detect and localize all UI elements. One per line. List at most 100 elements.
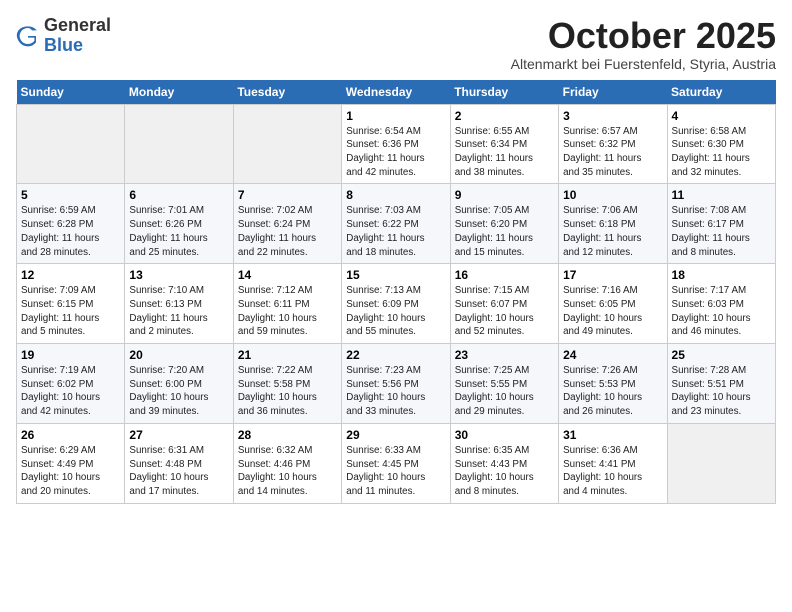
day-number: 2 xyxy=(455,109,554,123)
day-info: Sunrise: 6:57 AM Sunset: 6:32 PM Dayligh… xyxy=(563,125,662,180)
day-number: 16 xyxy=(455,268,554,282)
calendar-cell: 13Sunrise: 7:10 AM Sunset: 6:13 PM Dayli… xyxy=(125,264,233,344)
calendar-cell: 16Sunrise: 7:15 AM Sunset: 6:07 PM Dayli… xyxy=(450,264,558,344)
calendar-cell: 17 Sunrise: 7:16 AM Sunset: 6:05 PM Dayli… xyxy=(559,264,667,344)
day-info: Sunrise: 7:09 AM Sunset: 6:15 PM Dayligh… xyxy=(21,284,120,339)
day-number: 29 xyxy=(346,428,445,442)
calendar-cell: 26 Sunrise: 6:29 AM Sunset: 4:49 PM Dayli… xyxy=(17,423,125,503)
day-info: Sunrise: 7:05 AM Sunset: 6:20 PM Dayligh… xyxy=(455,204,554,259)
day-number: 12 xyxy=(21,268,120,282)
calendar-cell: 2 Sunrise: 6:55 AM Sunset: 6:34 PM Daylig… xyxy=(450,104,558,184)
day-number: 8 xyxy=(346,188,445,202)
day-number: 11 xyxy=(672,188,771,202)
day-info: Sunrise: 7:10 AM Sunset: 6:13 PM Dayligh… xyxy=(129,284,228,339)
calendar-cell: 22 Sunrise: 7:23 AM Sunset: 5:56 PM Dayli… xyxy=(342,344,450,424)
day-number: 6 xyxy=(129,188,228,202)
day-info: Sunrise: 7:13 AM Sunset: 6:09 PM Dayligh… xyxy=(346,284,445,339)
day-info: Sunrise: 7:19 AM Sunset: 6:02 PM Dayligh… xyxy=(21,364,120,419)
calendar-cell: 12 Sunrise: 7:09 AM Sunset: 6:15 PM Dayli… xyxy=(17,264,125,344)
day-number: 3 xyxy=(563,109,662,123)
calendar-cell: 25Sunrise: 7:28 AM Sunset: 5:51 PM Dayli… xyxy=(667,344,775,424)
calendar-cell xyxy=(125,104,233,184)
day-info: Sunrise: 6:54 AM Sunset: 6:36 PM Dayligh… xyxy=(346,125,445,180)
calendar-cell: 20 Sunrise: 7:20 AM Sunset: 6:00 PM Dayli… xyxy=(125,344,233,424)
calendar-cell: 24 Sunrise: 7:26 AM Sunset: 5:53 PM Dayli… xyxy=(559,344,667,424)
day-number: 21 xyxy=(238,348,337,362)
day-info: Sunrise: 7:12 AM Sunset: 6:11 PM Dayligh… xyxy=(238,284,337,339)
calendar-cell: 28 Sunrise: 6:32 AM Sunset: 4:46 PM Dayli… xyxy=(233,423,341,503)
day-info: Sunrise: 7:26 AM Sunset: 5:53 PM Dayligh… xyxy=(563,364,662,419)
calendar-cell: 27 Sunrise: 6:31 AM Sunset: 4:48 PM Dayli… xyxy=(125,423,233,503)
day-info: Sunrise: 7:08 AM Sunset: 6:17 PM Dayligh… xyxy=(672,204,771,259)
day-number: 22 xyxy=(346,348,445,362)
day-info: Sunrise: 6:32 AM Sunset: 4:46 PM Dayligh… xyxy=(238,444,337,499)
calendar-cell: 19Sunrise: 7:19 AM Sunset: 6:02 PM Dayli… xyxy=(17,344,125,424)
day-number: 4 xyxy=(672,109,771,123)
calendar-cell xyxy=(667,423,775,503)
logo-blue-text: Blue xyxy=(44,35,83,55)
calendar-cell: 11 Sunrise: 7:08 AM Sunset: 6:17 PM Dayli… xyxy=(667,184,775,264)
weekday-header-sunday: Sunday xyxy=(17,80,125,105)
week-row-5: 26 Sunrise: 6:29 AM Sunset: 4:49 PM Dayli… xyxy=(17,423,776,503)
calendar-cell: 30 Sunrise: 6:35 AM Sunset: 4:43 PM Dayli… xyxy=(450,423,558,503)
page-header: General Blue October 2025 Altenmarkt bei… xyxy=(16,16,776,72)
calendar-cell: 8 Sunrise: 7:03 AM Sunset: 6:22 PM Daylig… xyxy=(342,184,450,264)
location-title: Altenmarkt bei Fuerstenfeld, Styria, Aus… xyxy=(511,56,776,72)
weekday-header-tuesday: Tuesday xyxy=(233,80,341,105)
day-number: 25 xyxy=(672,348,771,362)
day-info: Sunrise: 6:55 AM Sunset: 6:34 PM Dayligh… xyxy=(455,125,554,180)
day-number: 20 xyxy=(129,348,228,362)
calendar-cell: 6 Sunrise: 7:01 AM Sunset: 6:26 PM Daylig… xyxy=(125,184,233,264)
day-number: 26 xyxy=(21,428,120,442)
calendar-cell: 7 Sunrise: 7:02 AM Sunset: 6:24 PM Daylig… xyxy=(233,184,341,264)
day-number: 18 xyxy=(672,268,771,282)
day-number: 28 xyxy=(238,428,337,442)
day-info: Sunrise: 6:35 AM Sunset: 4:43 PM Dayligh… xyxy=(455,444,554,499)
day-info: Sunrise: 7:03 AM Sunset: 6:22 PM Dayligh… xyxy=(346,204,445,259)
week-row-4: 19Sunrise: 7:19 AM Sunset: 6:02 PM Dayli… xyxy=(17,344,776,424)
day-number: 27 xyxy=(129,428,228,442)
day-number: 23 xyxy=(455,348,554,362)
weekday-header-monday: Monday xyxy=(125,80,233,105)
day-info: Sunrise: 7:01 AM Sunset: 6:26 PM Dayligh… xyxy=(129,204,228,259)
day-number: 17 xyxy=(563,268,662,282)
day-info: Sunrise: 7:17 AM Sunset: 6:03 PM Dayligh… xyxy=(672,284,771,339)
calendar-cell: 21 Sunrise: 7:22 AM Sunset: 5:58 PM Dayli… xyxy=(233,344,341,424)
calendar-cell: 18 Sunrise: 7:17 AM Sunset: 6:03 PM Dayli… xyxy=(667,264,775,344)
day-number: 31 xyxy=(563,428,662,442)
weekday-header-row: SundayMondayTuesdayWednesdayThursdayFrid… xyxy=(17,80,776,105)
day-info: Sunrise: 7:02 AM Sunset: 6:24 PM Dayligh… xyxy=(238,204,337,259)
calendar-cell: 10 Sunrise: 7:06 AM Sunset: 6:18 PM Dayli… xyxy=(559,184,667,264)
day-info: Sunrise: 6:31 AM Sunset: 4:48 PM Dayligh… xyxy=(129,444,228,499)
day-number: 10 xyxy=(563,188,662,202)
logo: General Blue xyxy=(16,16,111,56)
day-number: 9 xyxy=(455,188,554,202)
calendar-cell: 1 Sunrise: 6:54 AM Sunset: 6:36 PM Daylig… xyxy=(342,104,450,184)
day-info: Sunrise: 6:29 AM Sunset: 4:49 PM Dayligh… xyxy=(21,444,120,499)
day-info: Sunrise: 7:06 AM Sunset: 6:18 PM Dayligh… xyxy=(563,204,662,259)
calendar-cell: 29 Sunrise: 6:33 AM Sunset: 4:45 PM Dayli… xyxy=(342,423,450,503)
calendar-cell xyxy=(17,104,125,184)
calendar-cell xyxy=(233,104,341,184)
week-row-3: 12 Sunrise: 7:09 AM Sunset: 6:15 PM Dayli… xyxy=(17,264,776,344)
week-row-2: 5Sunrise: 6:59 AM Sunset: 6:28 PM Daylig… xyxy=(17,184,776,264)
day-info: Sunrise: 7:20 AM Sunset: 6:00 PM Dayligh… xyxy=(129,364,228,419)
calendar-cell: 9 Sunrise: 7:05 AM Sunset: 6:20 PM Daylig… xyxy=(450,184,558,264)
logo-general-text: General xyxy=(44,15,111,35)
day-number: 7 xyxy=(238,188,337,202)
day-info: Sunrise: 7:25 AM Sunset: 5:55 PM Dayligh… xyxy=(455,364,554,419)
day-info: Sunrise: 7:22 AM Sunset: 5:58 PM Dayligh… xyxy=(238,364,337,419)
day-number: 5 xyxy=(21,188,120,202)
calendar-cell: 4Sunrise: 6:58 AM Sunset: 6:30 PM Daylig… xyxy=(667,104,775,184)
calendar-table: SundayMondayTuesdayWednesdayThursdayFrid… xyxy=(16,80,776,504)
day-info: Sunrise: 7:23 AM Sunset: 5:56 PM Dayligh… xyxy=(346,364,445,419)
day-info: Sunrise: 6:33 AM Sunset: 4:45 PM Dayligh… xyxy=(346,444,445,499)
calendar-cell: 23 Sunrise: 7:25 AM Sunset: 5:55 PM Dayli… xyxy=(450,344,558,424)
day-info: Sunrise: 7:16 AM Sunset: 6:05 PM Dayligh… xyxy=(563,284,662,339)
day-number: 24 xyxy=(563,348,662,362)
weekday-header-wednesday: Wednesday xyxy=(342,80,450,105)
day-number: 30 xyxy=(455,428,554,442)
calendar-cell: 14Sunrise: 7:12 AM Sunset: 6:11 PM Dayli… xyxy=(233,264,341,344)
day-number: 1 xyxy=(346,109,445,123)
title-block: October 2025 Altenmarkt bei Fuerstenfeld… xyxy=(511,16,776,72)
